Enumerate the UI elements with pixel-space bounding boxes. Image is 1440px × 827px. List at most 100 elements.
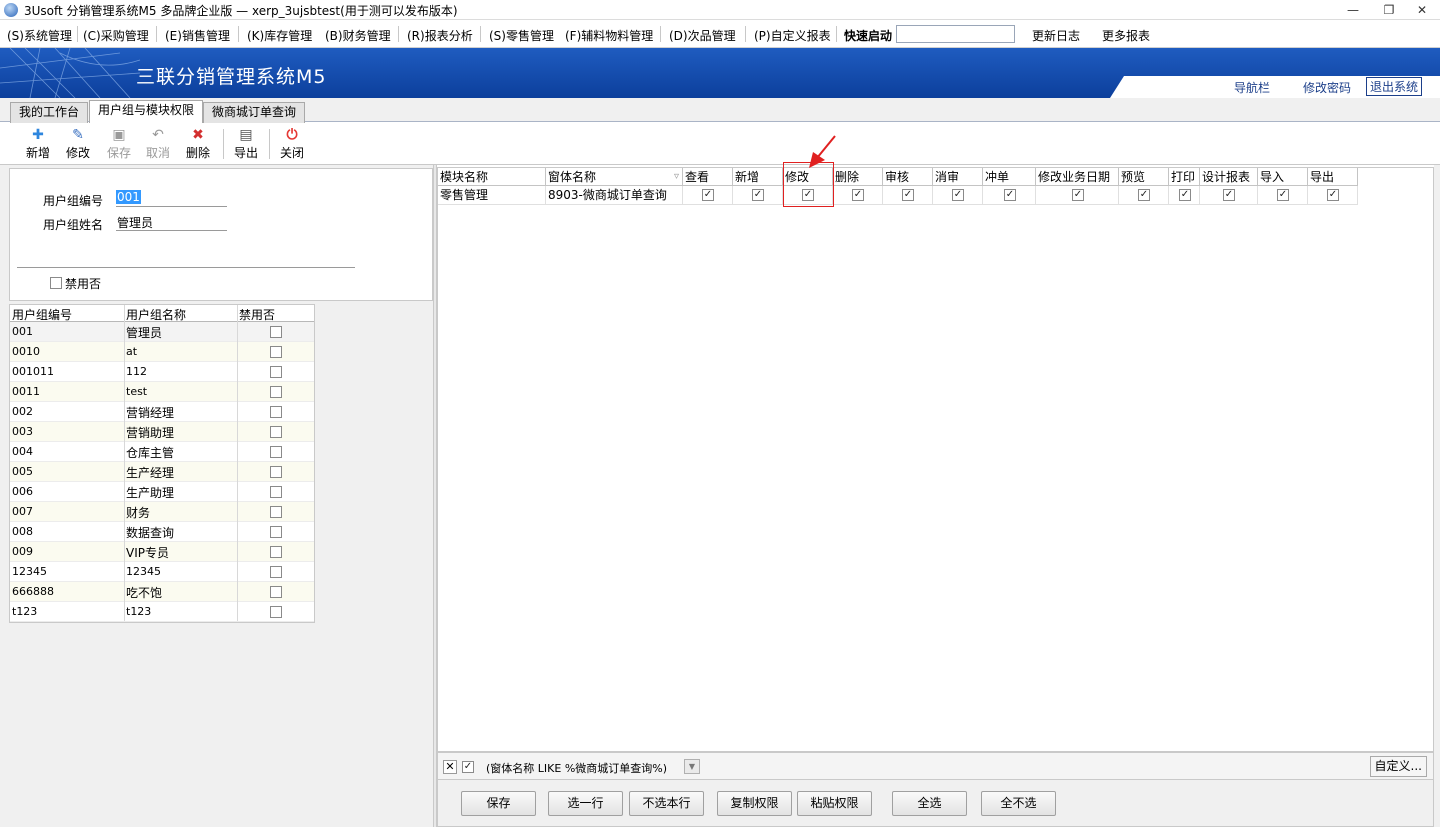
column-header-unaudit[interactable]: 消审 [933,168,983,186]
reverse-permission-checkbox[interactable]: ✓ [1004,189,1016,201]
menu-inventory[interactable]: (K)库存管理 [247,27,312,44]
menu-sales[interactable]: (E)销售管理 [165,27,230,44]
restore-button[interactable]: ❐ [1378,1,1400,19]
add-permission-checkbox[interactable]: ✓ [752,189,764,201]
menu-reports[interactable]: (R)报表分析 [407,27,473,44]
table-row[interactable]: 008 数据查询 [10,522,314,542]
column-header-name[interactable]: 用户组名称 [126,306,186,323]
table-row[interactable]: 003 营销助理 [10,422,314,442]
column-header-module[interactable]: 模块名称 [438,168,546,186]
cell-disabled-checkbox[interactable] [270,546,282,558]
export-button[interactable]: ▤ 导出 [226,127,266,161]
new-button[interactable]: ✚ 新增 [18,127,58,161]
more-reports-link[interactable]: 更多报表 [1102,27,1150,44]
cell-disabled-checkbox[interactable] [270,566,282,578]
export-permission-checkbox[interactable]: ✓ [1327,189,1339,201]
table-row[interactable]: 001 管理员 [10,322,314,342]
change-date-permission-checkbox[interactable]: ✓ [1072,189,1084,201]
deselect-row-button[interactable]: 不选本行 [629,791,704,816]
column-header-disabled[interactable]: 禁用否 [239,306,275,323]
edit-button[interactable]: ✎ 修改 [58,127,98,161]
menu-purchase[interactable]: (C)采购管理 [83,27,149,44]
cell-disabled-checkbox[interactable] [270,486,282,498]
column-header-print[interactable]: 打印 [1169,168,1200,186]
cell-disabled-checkbox[interactable] [270,466,282,478]
quick-start-input[interactable] [896,25,1015,43]
table-row[interactable]: 004 仓库主管 [10,442,314,462]
close-window-button[interactable]: ✕ [1411,1,1433,19]
cell-disabled-checkbox[interactable] [270,406,282,418]
column-header-change-date[interactable]: 修改业务日期 [1036,168,1119,186]
column-header-form-name[interactable]: 窗体名称 ▿ [546,168,683,186]
cell-disabled-checkbox[interactable] [270,506,282,518]
filter-enabled-checkbox[interactable]: ✓ [462,761,474,773]
table-row[interactable]: 006 生产助理 [10,482,314,502]
clear-filter-button[interactable]: ✕ [443,760,457,774]
copy-permissions-button[interactable]: 复制权限 [717,791,792,816]
table-row[interactable]: 666888 吃不饱 [10,582,314,602]
change-password-link[interactable]: 修改密码 [1303,79,1351,96]
cell-disabled-checkbox[interactable] [270,526,282,538]
column-header-preview[interactable]: 预览 [1119,168,1169,186]
cancel-button[interactable]: ↶ 取消 [138,127,178,161]
logout-link[interactable]: 退出系统 [1366,77,1423,96]
cell-disabled-checkbox[interactable] [270,326,282,338]
design-report-permission-checkbox[interactable]: ✓ [1223,189,1235,201]
tab-wechat-mall-orders[interactable]: 微商城订单查询 [203,102,306,123]
select-row-button[interactable]: 选一行 [548,791,623,816]
menu-system[interactable]: (S)系统管理 [7,27,72,44]
cell-disabled-checkbox[interactable] [270,586,282,598]
column-header-code[interactable]: 用户组编号 [12,306,72,323]
delete-permission-checkbox[interactable]: ✓ [852,189,864,201]
table-row[interactable]: 0011 test [10,382,314,402]
filter-dropdown-icon[interactable]: ▼ [684,759,700,774]
print-permission-checkbox[interactable]: ✓ [1179,189,1191,201]
select-all-button[interactable]: 全选 [892,791,967,816]
nav-bar-link[interactable]: 导航栏 [1234,79,1270,96]
cell-disabled-checkbox[interactable] [270,366,282,378]
column-header-reverse[interactable]: 冲单 [983,168,1036,186]
table-row[interactable]: 002 营销经理 [10,402,314,422]
close-button[interactable]: ⏻ 关闭 [272,127,312,161]
menu-finance[interactable]: (B)财务管理 [325,27,391,44]
table-row[interactable]: 12345 12345 [10,562,314,582]
save-permissions-button[interactable]: 保存 [461,791,536,816]
table-row[interactable]: 005 生产经理 [10,462,314,482]
column-header-import[interactable]: 导入 [1258,168,1308,186]
tab-user-group-permissions[interactable]: 用户组与模块权限 [89,100,204,123]
cell-disabled-checkbox[interactable] [270,606,282,618]
filter-expression[interactable]: (窗体名称 LIKE %微商城订单查询%) [486,760,667,776]
table-row[interactable]: 0010 at [10,342,314,362]
column-header-design-report[interactable]: 设计报表 [1200,168,1258,186]
import-permission-checkbox[interactable]: ✓ [1277,189,1289,201]
column-header-delete[interactable]: 删除 [833,168,883,186]
table-row[interactable]: 007 财务 [10,502,314,522]
view-permission-checkbox[interactable]: ✓ [702,189,714,201]
paste-permissions-button[interactable]: 粘贴权限 [797,791,872,816]
minimize-button[interactable]: — [1342,1,1364,19]
update-log-link[interactable]: 更新日志 [1032,27,1080,44]
cell-disabled-checkbox[interactable] [270,386,282,398]
delete-button[interactable]: ✖ 删除 [178,127,218,161]
column-header-view[interactable]: 查看 [683,168,733,186]
column-header-add[interactable]: 新增 [733,168,783,186]
tab-my-workspace[interactable]: 我的工作台 [10,102,89,123]
menu-materials[interactable]: (F)辅料物料管理 [565,27,653,44]
disabled-checkbox[interactable] [50,277,62,289]
customize-filter-button[interactable]: 自定义... [1369,756,1427,777]
preview-permission-checkbox[interactable]: ✓ [1138,189,1150,201]
column-filter-icon[interactable]: ▿ [674,168,679,186]
unaudit-permission-checkbox[interactable]: ✓ [952,189,964,201]
cell-disabled-checkbox[interactable] [270,346,282,358]
menu-custom-reports[interactable]: (P)自定义报表 [754,27,831,44]
column-header-export[interactable]: 导出 [1308,168,1358,186]
menu-defects[interactable]: (D)次品管理 [669,27,736,44]
group-code-field[interactable]: 001 [116,190,227,207]
table-row[interactable]: 001011 112 [10,362,314,382]
group-name-field[interactable]: 管理员 [116,214,227,231]
deselect-all-button[interactable]: 全不选 [981,791,1056,816]
menu-retail[interactable]: (S)零售管理 [489,27,554,44]
table-row[interactable]: 009 VIP专员 [10,542,314,562]
table-row[interactable]: t123 t123 [10,602,314,622]
save-button[interactable]: ▣ 保存 [99,127,139,161]
